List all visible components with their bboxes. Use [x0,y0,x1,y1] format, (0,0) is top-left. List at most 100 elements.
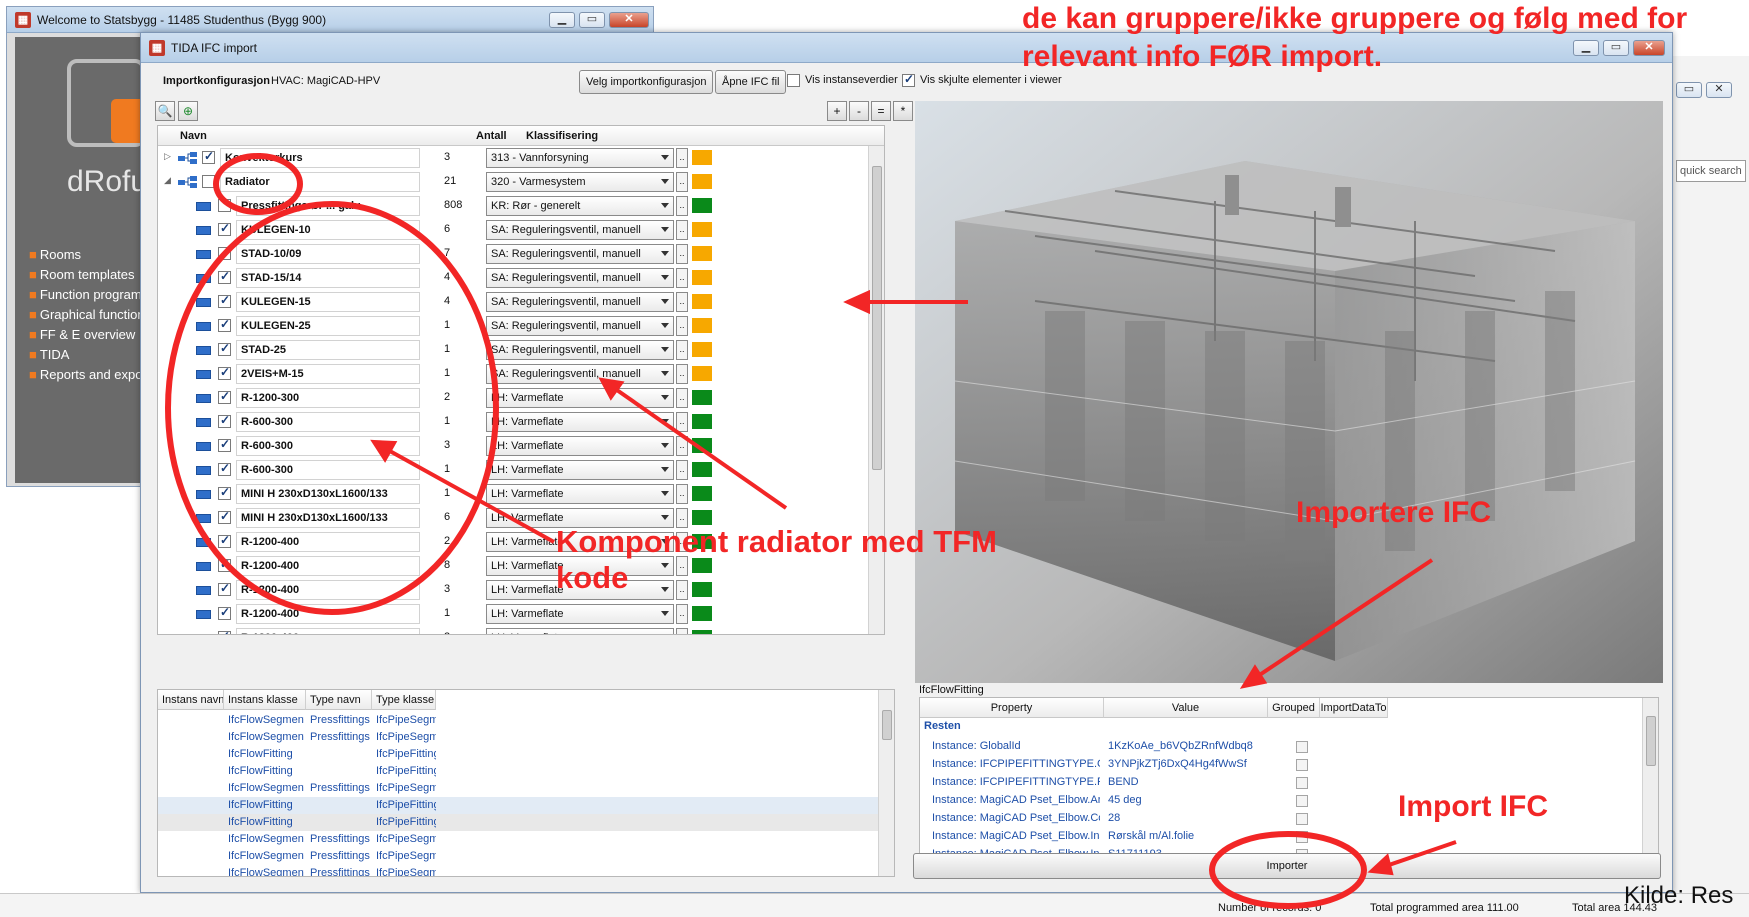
classification-browse-button[interactable]: .. [676,604,688,624]
classification-dropdown[interactable]: SA: Reguleringsventil, manuell [486,340,674,360]
row-checkbox[interactable] [202,175,215,188]
select-import-config-button[interactable]: Velg importkonfigurasjon [579,70,714,94]
row-checkbox[interactable] [218,247,231,260]
classification-browse-button[interactable]: .. [676,244,688,264]
instance-row[interactable]: IfcFlowSegment Pressfittings IfcPipeSegm [158,865,880,876]
instance-row[interactable]: IfcFlowSegment Pressfittings IfcPipeSegm [158,712,880,729]
tree-row[interactable]: MINI H 230xD130xL1600/133 1 LH: Varmeflate… [158,482,866,506]
menu-item-reports[interactable]: ■ Reports and expor [29,367,147,387]
minimize-button[interactable]: ▁ [1573,40,1599,56]
tree-row[interactable]: ◢ Radiator 21 320 - Varmesystem.. [158,170,866,194]
zoom-in-icon[interactable]: ⊕ [178,101,198,121]
tree-row[interactable]: KULEGEN-15 4 SA: Reguleringsventil, manuel… [158,290,866,314]
row-checkbox[interactable] [218,581,231,596]
tree-row[interactable]: STAD-25 1 SA: Reguleringsventil, manuell.. [158,338,866,362]
tree-row[interactable]: KULEGEN-25 1 SA: Reguleringsventil, manuel… [158,314,866,338]
col-type-klasse[interactable]: Type klasse [372,690,436,710]
property-scrollbar[interactable] [1642,698,1658,878]
row-name[interactable]: R-1200-400 [236,556,420,576]
tree-row[interactable]: R-1200-400 1 LH: Varmeflate.. [158,602,866,626]
row-name[interactable]: MINI H 230xD130xL1600/133 [236,484,420,504]
row-checkbox[interactable] [218,485,231,500]
row-name[interactable]: R-1200-300 [236,388,420,408]
row-name[interactable]: STAD-10/09 [236,244,420,264]
col-grouped[interactable]: Grouped [1268,698,1320,718]
close-button[interactable]: ✕ [609,12,649,28]
menu-item-function-program[interactable]: ■ Function program [29,287,147,307]
row-name[interactable]: R-1200-400 [236,628,420,634]
show-instance-values-checkbox[interactable] [787,74,800,87]
classification-browse-button[interactable]: .. [676,484,688,504]
property-row[interactable]: Instance: MagiCAD Pset_Elbow.Insulation R… [920,828,1644,846]
ifc-3d-viewer[interactable] [915,101,1663,683]
row-name[interactable]: R-1200-400 [236,580,420,600]
tree-row[interactable]: R-1200-400 2 LH: Varmeflate.. [158,626,866,634]
grouped-checkbox[interactable] [1296,759,1308,771]
col-navn[interactable]: Navn [180,130,207,142]
tree-row[interactable]: STAD-10/09 7 SA: Reguleringsventil, manuel… [158,242,866,266]
classification-dropdown[interactable]: KR: Rør - generelt [486,196,674,216]
row-name[interactable]: KULEGEN-10 [236,220,420,240]
classification-dropdown[interactable]: 320 - Varmesystem [486,172,674,192]
row-name[interactable]: Konvektorkurs [220,148,420,168]
collapse-all-button[interactable]: - [849,101,869,121]
row-name[interactable]: 2VEIS+M-15 [236,364,420,384]
classification-dropdown[interactable]: LH: Varmeflate [486,604,674,624]
grouped-checkbox[interactable] [1296,813,1308,825]
row-checkbox[interactable] [218,199,231,212]
classification-browse-button[interactable]: .. [676,628,688,634]
row-name[interactable]: KULEGEN-15 [236,292,420,312]
tree-row[interactable]: R-600-300 3 LH: Varmeflate.. [158,434,866,458]
row-checkbox[interactable] [218,437,231,452]
menu-item-ffe-overview[interactable]: ■ FF & E overview [29,327,147,347]
instance-row[interactable]: IfcFlowFitting IfcPipeFitting [158,797,880,814]
classification-browse-button[interactable]: .. [676,292,688,312]
row-checkbox[interactable] [218,317,231,332]
col-importdatato[interactable]: ImportDataTo [1320,698,1388,718]
instance-row[interactable]: IfcFlowSegment Pressfittings IfcPipeSegm [158,729,880,746]
menu-item-rooms[interactable]: ■ Rooms [29,247,147,267]
tree-row[interactable]: KULEGEN-10 6 SA: Reguleringsventil, manuel… [158,218,866,242]
row-name[interactable]: Pressfittingsrør ... galv. [236,196,420,216]
instance-row[interactable]: IfcFlowSegment Pressfittings IfcPipeSegm [158,831,880,848]
expand-all-button[interactable]: + [827,101,847,121]
classification-dropdown[interactable]: SA: Reguleringsventil, manuell [486,316,674,336]
classification-dropdown[interactable]: SA: Reguleringsventil, manuell [486,268,674,288]
close-button[interactable]: ✕ [1633,40,1665,56]
grouped-checkbox[interactable] [1296,831,1308,843]
row-checkbox[interactable] [218,605,231,620]
classification-browse-button[interactable]: .. [676,172,688,192]
classification-browse-button[interactable]: .. [676,340,688,360]
col-antall[interactable]: Antall [476,130,507,142]
property-scroll-thumb[interactable] [1646,716,1656,766]
property-row[interactable]: Instance: GlobalId 1KzKoAe_b6VQbZRnfWdbq8 [920,738,1644,756]
star-button[interactable]: * [893,101,913,121]
classification-dropdown[interactable]: SA: Reguleringsventil, manuell [486,292,674,312]
open-ifc-file-button[interactable]: Åpne IFC fil [715,70,787,94]
classification-browse-button[interactable]: .. [676,196,688,216]
instance-row[interactable]: IfcFlowFitting IfcPipeFitting [158,814,880,831]
tree-row[interactable]: ▷ Konvektorkurs 3 313 - Vannforsyning.. [158,146,866,170]
row-name[interactable]: Radiator [220,172,420,192]
expand-toggle-icon[interactable]: ▷ [164,151,171,162]
classification-dropdown[interactable]: SA: Reguleringsventil, manuell [486,220,674,240]
instance-row[interactable]: IfcFlowSegment Pressfittings IfcPipeSegm [158,848,880,865]
row-name[interactable]: R-1200-400 [236,604,420,624]
expand-toggle-icon[interactable]: ◢ [164,175,171,186]
col-value[interactable]: Value [1104,698,1268,718]
row-checkbox[interactable] [218,293,231,308]
classification-dropdown[interactable]: LH: Varmeflate [486,628,674,634]
classification-browse-button[interactable]: .. [676,220,688,240]
col-instans-navn[interactable]: Instans navn [158,690,224,710]
row-name[interactable]: R-1200-400 [236,532,420,552]
classification-browse-button[interactable]: .. [676,388,688,408]
tree-row[interactable]: R-1200-400 3 LH: Varmeflate.. [158,578,866,602]
show-hidden-elements-checkbox[interactable] [902,72,915,87]
row-checkbox[interactable] [218,365,231,380]
row-name[interactable]: R-600-300 [236,436,420,456]
instance-row[interactable]: IfcFlowFitting IfcPipeFitting [158,763,880,780]
maximize-button[interactable]: ▭ [579,12,605,28]
row-name[interactable]: STAD-25 [236,340,420,360]
instance-row[interactable]: IfcFlowSegment Pressfittings IfcPipeSegm [158,780,880,797]
row-checkbox[interactable] [202,149,215,164]
